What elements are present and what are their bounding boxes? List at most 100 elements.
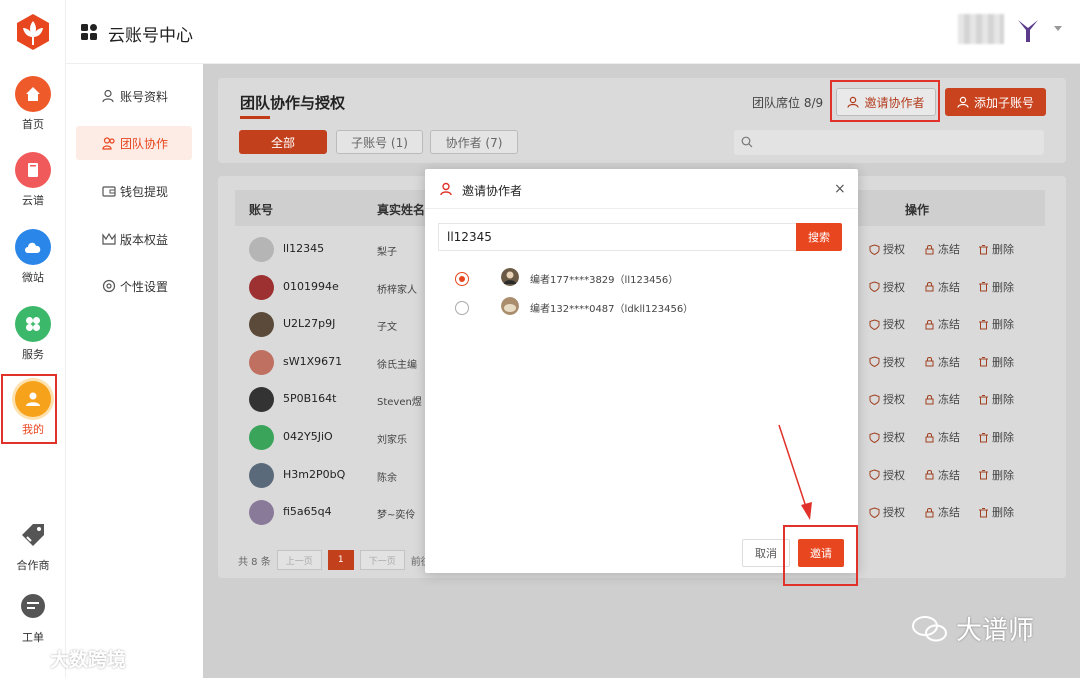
authorize-button[interactable]: 授权 bbox=[869, 467, 905, 483]
shield-icon bbox=[869, 469, 880, 481]
rail-item-partner[interactable]: 合作商 bbox=[0, 517, 66, 573]
shield-icon bbox=[869, 356, 880, 368]
radio-unselected[interactable] bbox=[455, 301, 469, 315]
prev-page-button[interactable]: 上一页 bbox=[276, 550, 322, 570]
total-count: 共 8 条 bbox=[238, 556, 271, 568]
freeze-button[interactable]: 冻结 bbox=[924, 241, 960, 257]
authorize-button[interactable]: 授权 bbox=[869, 316, 905, 332]
rail-label: 首页 bbox=[22, 118, 44, 131]
left-rail: 首页 云谱 微站 服务 我的 合作商 工单 bbox=[0, 0, 66, 678]
search-input[interactable] bbox=[734, 130, 1044, 155]
action-label: 授权 bbox=[883, 355, 905, 369]
result-item[interactable]: 编者132****0487（ldkll123456） bbox=[425, 294, 858, 322]
avatar bbox=[249, 237, 274, 262]
seat-count: 团队席位 8/9 bbox=[752, 96, 824, 110]
account-id: sW1X9671 bbox=[283, 354, 343, 368]
shield-icon bbox=[869, 243, 880, 255]
radio-selected[interactable] bbox=[455, 272, 469, 286]
freeze-button[interactable]: 冻结 bbox=[924, 504, 960, 520]
shield-icon bbox=[869, 431, 880, 443]
shield-icon bbox=[869, 281, 880, 293]
delete-button[interactable]: 删除 bbox=[978, 391, 1014, 407]
action-label: 授权 bbox=[883, 506, 905, 520]
rail-item-home[interactable]: 首页 bbox=[0, 76, 66, 132]
shield-icon bbox=[869, 319, 880, 330]
authorize-button[interactable]: 授权 bbox=[869, 241, 905, 257]
chevron-down-icon[interactable] bbox=[1054, 26, 1062, 31]
delete-button[interactable]: 删除 bbox=[978, 279, 1014, 295]
rail-item-weizhan[interactable]: 微站 bbox=[0, 229, 66, 285]
subnav-label: 团队协作 bbox=[120, 136, 169, 151]
authorize-button[interactable]: 授权 bbox=[869, 354, 905, 370]
delete-button[interactable]: 删除 bbox=[978, 316, 1014, 332]
subnav-item-team[interactable]: 团队协作 bbox=[76, 126, 192, 160]
real-name: Steven煜 bbox=[377, 397, 422, 409]
rail-item-ticket[interactable]: 工单 bbox=[0, 589, 66, 645]
action-label: 删除 bbox=[992, 243, 1014, 256]
rail-label: 微站 bbox=[22, 271, 44, 284]
user-avatar-icon[interactable] bbox=[1016, 18, 1040, 44]
result-item[interactable]: 编者177****3829（ll123456） bbox=[425, 265, 858, 293]
next-page-button[interactable]: 下一页 bbox=[359, 550, 405, 570]
rail-item-yunpu[interactable]: 云谱 bbox=[0, 152, 66, 208]
subnav-item-settings[interactable]: 个性设置 bbox=[76, 269, 192, 303]
account-id: H3m2P0bQ bbox=[283, 467, 346, 481]
lock-icon bbox=[925, 319, 934, 330]
real-name: 梦~奕伶 bbox=[377, 510, 416, 522]
subnav-item-version[interactable]: 版本权益 bbox=[76, 222, 192, 256]
lock-icon bbox=[925, 394, 934, 405]
trash-icon bbox=[979, 470, 988, 480]
tab-collaborators[interactable]: 协作者 (7) bbox=[430, 130, 518, 154]
wallet-icon bbox=[102, 186, 116, 197]
app-logo-icon[interactable] bbox=[13, 12, 53, 52]
tab-sub-accounts[interactable]: 子账号 (1) bbox=[336, 130, 423, 154]
action-label: 冻结 bbox=[938, 431, 960, 444]
account-search-input[interactable] bbox=[438, 223, 796, 251]
account-id: 5P0B164t bbox=[283, 392, 337, 406]
action-label: 授权 bbox=[883, 393, 905, 407]
freeze-button[interactable]: 冻结 bbox=[924, 391, 960, 407]
delete-button[interactable]: 删除 bbox=[978, 354, 1014, 370]
tab-all[interactable]: 全部 bbox=[239, 130, 327, 154]
page-number[interactable]: 1 bbox=[327, 550, 354, 570]
avatar bbox=[249, 387, 274, 413]
action-label: 授权 bbox=[883, 468, 905, 482]
delete-button[interactable]: 删除 bbox=[978, 429, 1014, 445]
action-label: 授权 bbox=[883, 280, 905, 294]
search-button[interactable]: 搜索 bbox=[796, 223, 842, 251]
freeze-button[interactable]: 冻结 bbox=[924, 429, 960, 445]
subnav-item-profile[interactable]: 账号资料 bbox=[76, 79, 192, 113]
watermark-right: 大谱师 bbox=[910, 610, 1034, 647]
username-blurred[interactable] bbox=[958, 14, 1004, 44]
authorize-button[interactable]: 授权 bbox=[869, 504, 905, 520]
freeze-button[interactable]: 冻结 bbox=[924, 316, 960, 332]
close-icon[interactable]: × bbox=[834, 181, 846, 197]
action-label: 删除 bbox=[992, 355, 1014, 369]
subnav-item-wallet[interactable]: 钱包提现 bbox=[76, 174, 192, 208]
delete-button[interactable]: 删除 bbox=[978, 241, 1014, 257]
avatar bbox=[501, 297, 519, 315]
authorize-button[interactable]: 授权 bbox=[869, 279, 905, 295]
highlight-box bbox=[783, 525, 858, 586]
rail-label: 工单 bbox=[22, 631, 44, 644]
delete-button[interactable]: 删除 bbox=[978, 467, 1014, 483]
add-sub-account-button[interactable]: 添加子账号 bbox=[945, 88, 1046, 116]
avatar bbox=[501, 268, 519, 286]
delete-button[interactable]: 删除 bbox=[978, 504, 1014, 520]
freeze-button[interactable]: 冻结 bbox=[924, 354, 960, 370]
freeze-button[interactable]: 冻结 bbox=[924, 279, 960, 295]
lock-icon bbox=[925, 507, 934, 518]
column-header: 账号 bbox=[249, 203, 274, 217]
rail-label: 云谱 bbox=[22, 194, 44, 207]
watermark-text: 大数跨境 bbox=[50, 649, 127, 671]
action-label: 冻结 bbox=[938, 355, 960, 369]
highlight-box bbox=[830, 80, 940, 122]
freeze-button[interactable]: 冻结 bbox=[924, 467, 960, 483]
search-icon bbox=[741, 136, 753, 148]
action-label: 删除 bbox=[992, 280, 1014, 294]
authorize-button[interactable]: 授权 bbox=[869, 429, 905, 445]
wechat-icon bbox=[912, 615, 947, 641]
subnav-label: 钱包提现 bbox=[120, 184, 169, 199]
rail-item-service[interactable]: 服务 bbox=[0, 306, 66, 362]
authorize-button[interactable]: 授权 bbox=[869, 391, 905, 407]
